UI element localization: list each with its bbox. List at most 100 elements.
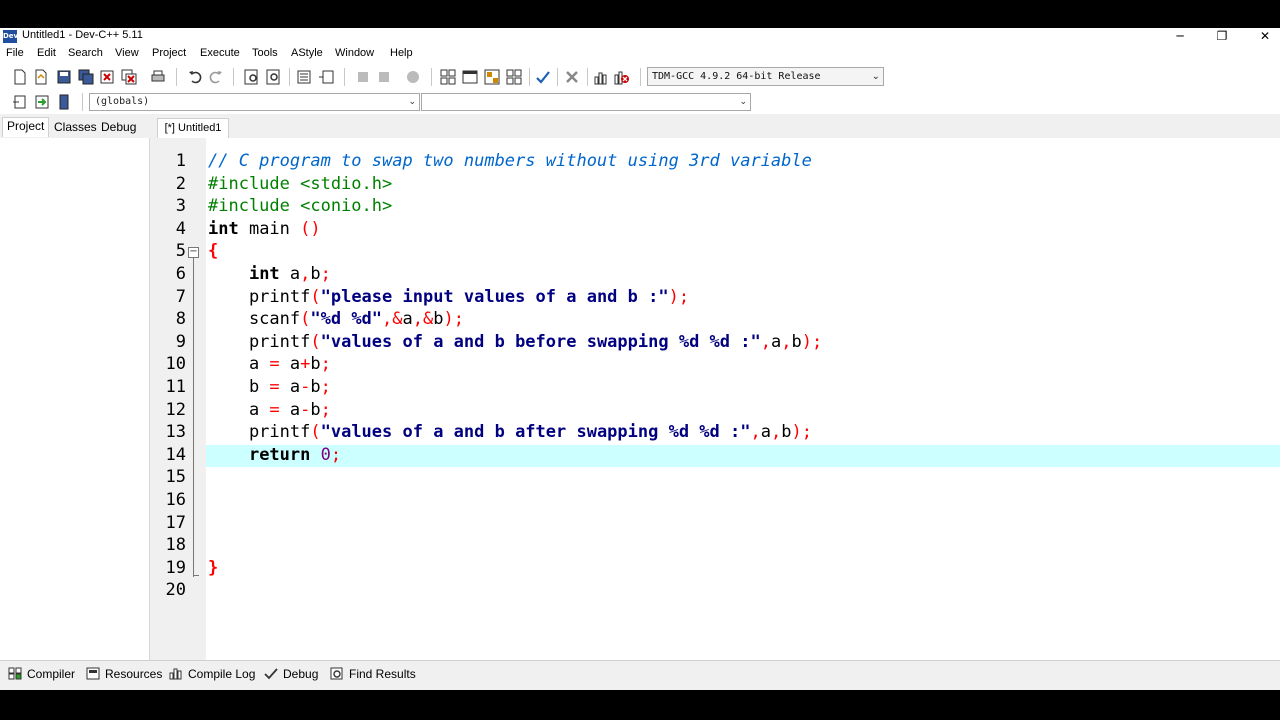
check-syntax-icon[interactable] <box>535 69 551 85</box>
code-token: = <box>269 354 280 375</box>
code-token: ,& <box>382 309 403 330</box>
menu-execute[interactable]: Execute <box>200 47 240 59</box>
code-token: a <box>770 331 782 352</box>
code-token: printf <box>208 286 311 307</box>
code-token: ( <box>310 286 321 307</box>
main-toolbar: TDM-GCC 4.9.2 64-bit Release ⌄ <box>0 64 1280 90</box>
tab-debug-output[interactable]: Debug <box>264 667 318 681</box>
find-icon[interactable] <box>244 69 260 85</box>
fold-end <box>193 574 199 576</box>
line-number-gutter: 1 2 3 4 5 6 7 8 9 10 11 12 13 14 15 16 17 18 19 20− <box>158 138 206 660</box>
minimize-button[interactable]: ─ <box>1160 28 1200 46</box>
save-all-icon[interactable] <box>78 69 94 85</box>
code-token: + <box>300 354 311 375</box>
tab-debug[interactable]: Debug <box>97 119 140 135</box>
line-number: 16 <box>165 490 186 510</box>
new-file-icon[interactable] <box>12 69 28 85</box>
goto-icon[interactable] <box>34 94 50 110</box>
indent-icon[interactable] <box>296 69 312 85</box>
save-icon[interactable] <box>56 69 72 85</box>
code-token: , <box>781 331 792 352</box>
code-token: printf <box>208 331 311 352</box>
code-token: a <box>279 354 301 375</box>
tab-project[interactable]: Project <box>2 117 50 137</box>
chevron-down-icon: ⌄ <box>739 97 747 107</box>
tab-classes[interactable]: Classes <box>50 119 101 135</box>
unindent-icon[interactable] <box>318 69 334 85</box>
menu-view[interactable]: View <box>115 47 139 59</box>
goto-line-icon[interactable] <box>405 69 421 85</box>
app-icon: Dev <box>3 30 18 43</box>
line-number: 10 <box>165 354 186 375</box>
code-token: #include <conio.h> <box>208 196 393 217</box>
toolbar-separator <box>431 68 432 86</box>
check-icon <box>264 668 278 680</box>
line-number: 9 <box>175 331 186 352</box>
compiler-select[interactable]: TDM-GCC 4.9.2 64-bit Release ⌄ <box>647 67 884 86</box>
code-token: = <box>269 377 280 397</box>
menu-edit[interactable]: Edit <box>37 47 56 59</box>
close-file-icon[interactable] <box>99 69 115 85</box>
resources-icon <box>86 667 100 680</box>
delete-profile-icon[interactable] <box>614 69 630 85</box>
bookmark-next-icon[interactable] <box>376 69 392 85</box>
menu-help[interactable]: Help <box>390 47 413 59</box>
menu-file[interactable]: File <box>6 47 24 59</box>
tab-resources-label: Resources <box>105 667 163 681</box>
print-icon[interactable] <box>150 69 166 85</box>
stop-icon[interactable] <box>564 69 580 85</box>
code-token: ); <box>668 286 690 307</box>
tab-compiler[interactable]: Compiler <box>8 667 75 681</box>
code-token: ( <box>300 309 311 330</box>
redo-icon[interactable] <box>208 69 224 85</box>
close-all-icon[interactable] <box>121 69 137 85</box>
restore-button[interactable]: ❐ <box>1202 28 1242 46</box>
menu-window[interactable]: Window <box>335 47 374 59</box>
line-number: 11 <box>165 377 186 397</box>
editor-tab-untitled1[interactable]: [*] Untitled1 <box>157 118 229 138</box>
tab-find-results[interactable]: Find Results <box>330 667 416 681</box>
insert-icon[interactable] <box>12 94 28 110</box>
tab-resources[interactable]: Resources <box>86 667 162 681</box>
tab-compile-log-label: Compile Log <box>188 667 256 681</box>
menu-search[interactable]: Search <box>68 47 103 59</box>
tiles-icon[interactable] <box>506 69 522 85</box>
code-token: 0 <box>320 444 331 465</box>
code-token: b <box>310 354 321 375</box>
code-token: "please input values of a and b :" <box>320 286 669 307</box>
fold-collapse-icon[interactable]: − <box>188 247 199 259</box>
bookmark-prev-icon[interactable] <box>355 69 371 85</box>
code-token: a <box>760 422 771 443</box>
menu-project[interactable]: Project <box>152 47 186 59</box>
code-token: ); <box>791 422 812 443</box>
code-token: ( <box>310 422 321 443</box>
menu-tools[interactable]: Tools <box>252 47 278 59</box>
member-select[interactable]: ⌄ <box>421 93 751 111</box>
left-panel-tabs: Project Classes Debug <box>0 116 150 138</box>
toggle-bookmark-icon[interactable] <box>56 94 72 110</box>
scope-select[interactable]: (globals) ⌄ <box>89 93 420 111</box>
toolbar-separator <box>529 68 530 86</box>
code-line: return 0; <box>208 445 341 465</box>
code-editor[interactable]: 1 2 3 4 5 6 7 8 9 10 11 12 13 14 15 16 17 18 19 20− // C pr… <box>158 138 1280 660</box>
close-button[interactable]: ✕ <box>1245 28 1280 46</box>
tab-compile-log[interactable]: Compile Log <box>169 667 255 681</box>
line-number: 15 <box>165 467 186 488</box>
line-number: 3 <box>175 196 186 217</box>
project-options-icon[interactable] <box>462 69 478 85</box>
project-panel[interactable] <box>0 138 150 660</box>
menu-astyle[interactable]: AStyle <box>291 47 323 59</box>
undo-icon[interactable] <box>187 69 203 85</box>
open-file-icon[interactable] <box>33 69 49 85</box>
code-line: // C program to swap two numbers without… <box>208 151 812 171</box>
replace-icon[interactable] <box>266 69 282 85</box>
class-browser-icon[interactable] <box>484 69 500 85</box>
code-line: printf("values of a and b after swapping… <box>208 422 812 442</box>
code-token: b <box>310 264 321 284</box>
add-to-project-icon[interactable] <box>440 69 456 85</box>
line-number: 5 <box>175 241 186 262</box>
code-token: ,& <box>412 309 434 330</box>
profile-icon[interactable] <box>593 69 609 85</box>
fold-line <box>193 258 194 577</box>
